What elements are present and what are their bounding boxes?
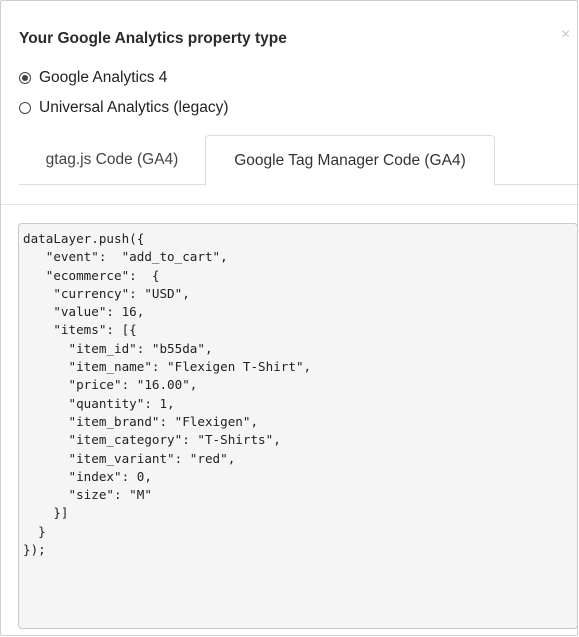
code-line: "item_variant": "red", xyxy=(23,450,236,466)
code-line: "item_id": "b55da", xyxy=(23,340,213,356)
radio-label-universal: Universal Analytics (legacy) xyxy=(39,99,229,116)
code-line: "quantity": 1, xyxy=(23,395,175,411)
radio-selected-icon[interactable] xyxy=(19,72,31,84)
code-line: "item_brand": "Flexigen", xyxy=(23,413,259,429)
section-divider xyxy=(1,204,579,205)
code-line: "ecommerce": { xyxy=(23,267,160,283)
code-line: } xyxy=(23,523,46,539)
code-line: "item_category": "T-Shirts", xyxy=(23,432,281,448)
code-line: "size": "M" xyxy=(23,487,152,503)
code-line: "value": 16, xyxy=(23,304,145,320)
ga-property-dialog: Your Google Analytics property type × Go… xyxy=(0,0,579,636)
code-line: "event": "add_to_cart", xyxy=(23,249,228,265)
code-line: }] xyxy=(23,505,69,521)
radio-option-ga4[interactable]: Google Analytics 4 xyxy=(19,68,167,88)
code-line: "items": [{ xyxy=(23,322,137,338)
code-snippet-box[interactable]: dataLayer.push({ "event": "add_to_cart",… xyxy=(18,223,578,629)
code-line: "item_name": "Flexigen T-Shirt", xyxy=(23,359,312,375)
dialog-title: Your Google Analytics property type xyxy=(19,30,287,47)
tab-gtm[interactable]: Google Tag Manager Code (GA4) xyxy=(205,135,495,186)
code-line: }); xyxy=(23,542,46,558)
code-line: "index": 0, xyxy=(23,468,152,484)
radio-option-universal[interactable]: Universal Analytics (legacy) xyxy=(19,98,229,118)
tab-gtag[interactable]: gtag.js Code (GA4) xyxy=(19,135,205,185)
code-tabs: gtag.js Code (GA4) Google Tag Manager Co… xyxy=(19,135,579,186)
radio-unselected-icon[interactable] xyxy=(19,102,31,114)
close-icon[interactable]: × xyxy=(561,25,570,45)
code-line: "currency": "USD", xyxy=(23,285,190,301)
code-snippet[interactable]: dataLayer.push({ "event": "add_to_cart",… xyxy=(19,224,577,559)
code-line: "price": "16.00", xyxy=(23,377,198,393)
code-line: dataLayer.push({ xyxy=(23,231,145,246)
radio-label-ga4: Google Analytics 4 xyxy=(39,69,168,86)
